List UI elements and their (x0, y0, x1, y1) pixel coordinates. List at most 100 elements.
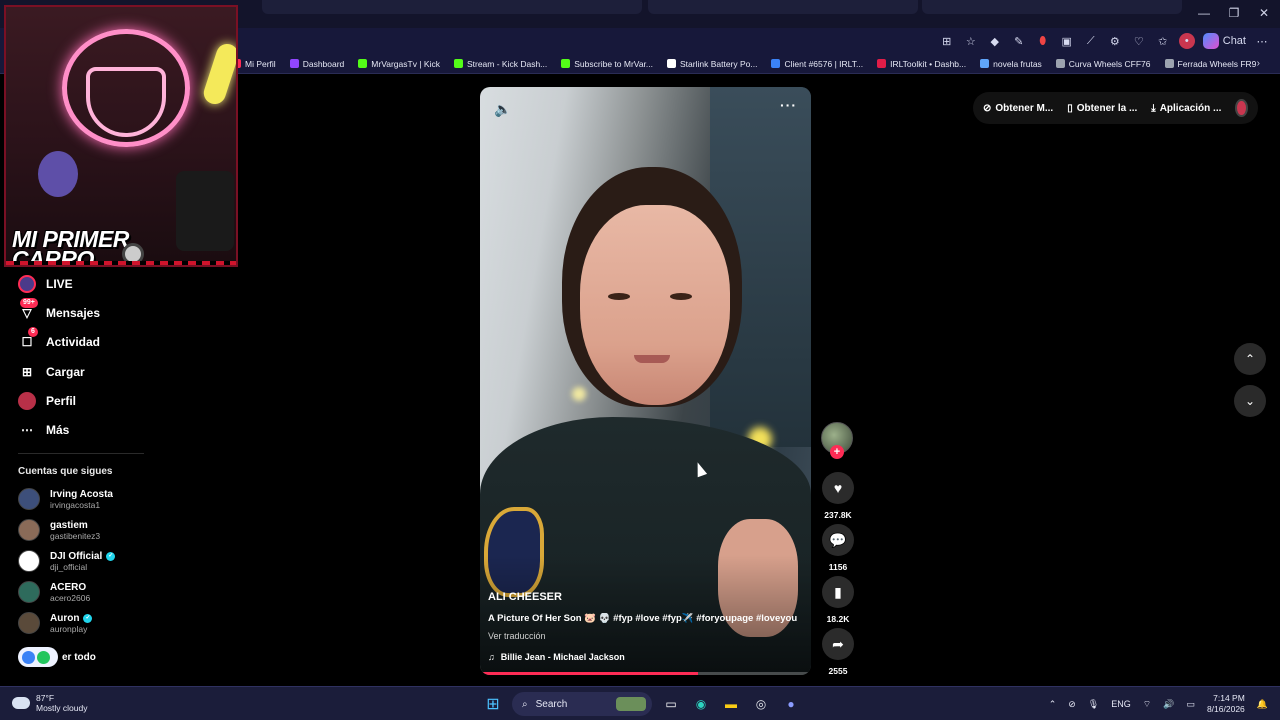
bookmark-item[interactable]: IRLToolkit • Dashb... (877, 59, 966, 69)
see-translation-link[interactable]: Ver traducción (488, 631, 546, 641)
sidebar-item-live[interactable]: LIVE (18, 275, 73, 293)
more-options-icon[interactable]: ⋯ (1254, 33, 1270, 49)
video-player[interactable]: 🔈 ··· ALI CHEESER A Picture Of Her Son 🐷… (480, 87, 811, 675)
bookmarks-overflow-chevron-icon[interactable]: › (1257, 58, 1260, 69)
like-action[interactable]: ♥ 237.8K (821, 472, 855, 520)
edge-browser-icon[interactable]: ◉ (690, 693, 712, 715)
search-icon: ⌕ (522, 698, 528, 710)
sidebar-item-activity[interactable]: ☐ 6 Actividad (18, 327, 100, 351)
bookmark-icon[interactable]: ▮ (822, 576, 854, 608)
network-icon[interactable]: ⊘ (1068, 699, 1076, 710)
tray-overflow-chevron-icon[interactable]: ⌃ (1049, 699, 1057, 710)
extension-pen-icon[interactable]: ✎ (1011, 33, 1027, 49)
weather-widget[interactable]: 87°F Mostly cloudy (12, 693, 88, 713)
search-highlight-image (616, 697, 646, 711)
account-name: gastiem (50, 519, 88, 531)
split-screen-icon[interactable]: ⊞ (939, 33, 955, 49)
extension-dropper-icon[interactable]: ⟋ (1083, 33, 1099, 49)
download-icon: ⤓ (1151, 102, 1156, 114)
minimize-icon[interactable]: — (1196, 6, 1212, 20)
bookmark-label: Curva Wheels CFF76 (1068, 58, 1151, 69)
avatar (18, 550, 40, 572)
task-view-icon[interactable]: ▭ (660, 693, 682, 715)
comment-icon[interactable]: 💬 (822, 524, 854, 556)
sidebar-item-more[interactable]: ⋯ Más (18, 421, 69, 439)
video-progress-bar[interactable] (480, 672, 811, 675)
sidebar-item-messages[interactable]: ▽ 99+ Mensajes (18, 298, 101, 322)
bookmark-label: IRLToolkit • Dashb... (890, 58, 967, 69)
followed-account[interactable]: Irving Acosta irvingacosta1 (18, 488, 113, 510)
browser-tab[interactable] (648, 0, 918, 14)
profile-avatar-icon[interactable]: • (1178, 33, 1195, 49)
bookmark-item[interactable]: Ferrada Wheels FR9 (1164, 58, 1257, 69)
followed-account[interactable]: DJI Official ✓ dji_official (18, 550, 116, 572)
video-music[interactable]: ♫ Billie Jean - Michael Jackson (488, 652, 625, 662)
wifi-icon[interactable]: ⌔ (1143, 699, 1151, 710)
volume-icon[interactable]: 🔈 (494, 101, 511, 118)
phone-icon: ▯ (1067, 102, 1073, 114)
browser-tab[interactable] (262, 0, 642, 14)
sidebar-item-label: Mensajes (46, 306, 101, 320)
microphone-icon[interactable]: 🎙 (1088, 699, 1099, 710)
bookmark-item[interactable]: novela frutas (980, 59, 1042, 69)
account-name: Auron (50, 612, 80, 624)
see-all-button[interactable]: er todo (18, 647, 96, 667)
bookmark-label: Ferrada Wheels FR9 (1177, 58, 1257, 69)
cloud-icon (12, 697, 30, 709)
extension-diamond-icon[interactable]: ◆ (987, 33, 1003, 49)
chrome-app-icon[interactable]: ◎ (750, 693, 772, 715)
discord-icon[interactable]: ● (780, 693, 802, 715)
volume-icon[interactable]: 🔊 (1163, 699, 1174, 710)
sidebar-item-label: Cargar (46, 365, 85, 379)
bookmark-item[interactable]: Stream - Kick Dash... (453, 59, 547, 69)
next-video-chevron-down-icon[interactable]: ⌄ (1234, 385, 1266, 417)
get-app-button[interactable]: ▯ Obtener la ... (1067, 103, 1137, 114)
video-author[interactable]: ALI CHEESER (488, 591, 562, 603)
extensions-puzzle-icon[interactable]: ⚙ (1107, 33, 1123, 49)
share-action[interactable]: ➦ 2555 (821, 628, 855, 676)
bookmark-item[interactable]: Subscribe to MrVar... (561, 59, 653, 69)
user-avatar[interactable] (1235, 99, 1248, 117)
save-action[interactable]: ▮ 18.2K (821, 576, 855, 624)
account-name: Irving Acosta (50, 488, 113, 500)
sidebar-item-profile[interactable]: Perfil (18, 392, 76, 410)
followed-account[interactable]: gastiem gastibenitez3 (18, 519, 100, 541)
maximize-icon[interactable]: ❐ (1226, 6, 1242, 20)
bookmark-item[interactable]: Mi Perfil (232, 59, 276, 69)
bookmark-item[interactable]: Curva Wheels CFF76 (1055, 58, 1151, 69)
share-icon[interactable]: ➦ (822, 628, 854, 660)
extension-red-icon[interactable]: ⬮ (1035, 33, 1051, 49)
collections-icon[interactable]: ✩ (1155, 33, 1171, 49)
video-caption[interactable]: A Picture Of Her Son 🐷 💀 #fyp #love #fyp… (488, 613, 806, 624)
bookmark-item[interactable]: Starlink Battery Po... (667, 59, 757, 69)
video-progress-fill (480, 672, 699, 675)
windows-start-icon[interactable]: ⊞ (482, 693, 504, 715)
battery-icon[interactable]: ▭ (1186, 699, 1195, 710)
doc-icon (980, 59, 990, 68)
file-explorer-icon[interactable]: ▬ (720, 693, 742, 715)
comment-action[interactable]: 💬 1156 (821, 524, 855, 572)
followed-account[interactable]: ACERO acero2606 (18, 581, 90, 603)
copilot-chat-button[interactable]: Chat (1202, 33, 1246, 49)
download-app-button[interactable]: ⤓ Aplicación ... (1151, 103, 1221, 114)
followed-account[interactable]: Auron ✓ auronplay (18, 612, 93, 634)
get-coins-button[interactable]: ⊘ Obtener M... (983, 103, 1053, 114)
video-more-icon[interactable]: ··· (780, 97, 797, 113)
performance-icon[interactable]: ♡ (1131, 33, 1147, 49)
favorite-star-icon[interactable]: ☆ (963, 33, 979, 49)
heart-icon[interactable]: ♥ (822, 472, 854, 504)
browser-tab[interactable] (922, 0, 1182, 14)
taskbar-search[interactable]: ⌕ Search (512, 692, 652, 716)
notifications-icon[interactable]: 🔔 (1257, 699, 1268, 710)
bookmark-item[interactable]: Dashboard (289, 59, 344, 69)
clock[interactable]: 7:14 PM 8/16/2026 (1207, 693, 1245, 715)
bookmark-item[interactable]: MrVargasTv | Kick (358, 59, 440, 69)
language-indicator[interactable]: ENG (1111, 699, 1131, 709)
top-actions-bar: ⊘ Obtener M... ▯ Obtener la ... ⤓ Aplicació… (973, 92, 1258, 124)
bookmark-item[interactable]: Client #6576 | IRLT... (771, 59, 863, 69)
follow-plus-icon[interactable]: + (830, 445, 844, 459)
close-icon[interactable]: ✕ (1256, 6, 1272, 20)
extension-box-icon[interactable]: ▣ (1059, 33, 1075, 49)
sidebar-item-upload[interactable]: ⊞ Cargar (18, 363, 85, 381)
previous-video-chevron-up-icon[interactable]: ⌃ (1234, 343, 1266, 375)
